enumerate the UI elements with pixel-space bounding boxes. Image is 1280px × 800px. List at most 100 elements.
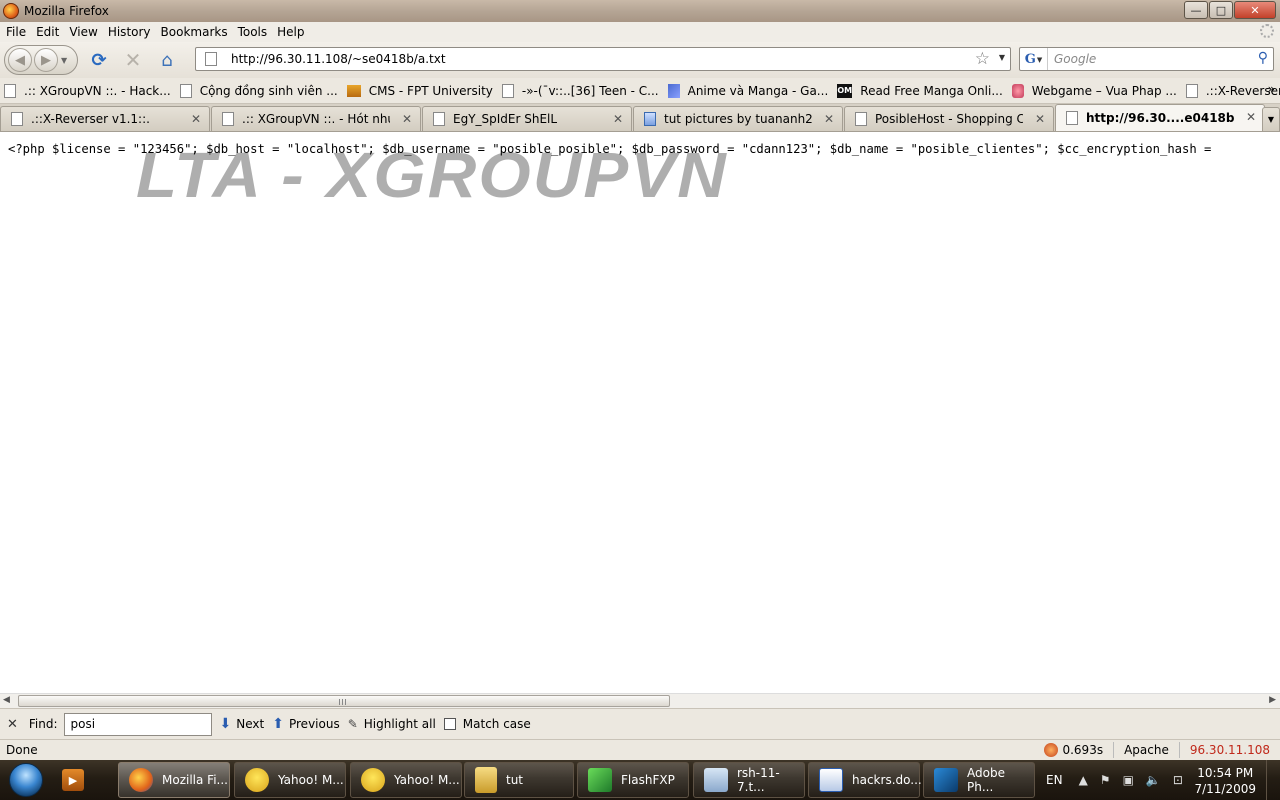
bookmarks-overflow-icon[interactable]: » [1268,82,1275,96]
taskbar-item-rsh[interactable]: rsh-11-7.t... [693,762,805,798]
minimize-button[interactable]: — [1184,1,1208,19]
maximize-button[interactable]: □ [1209,1,1233,19]
volume-icon[interactable]: 🔈 [1146,773,1161,787]
scrollbar-thumb[interactable] [18,695,670,707]
tab-list-dropdown-icon[interactable]: ▼ [1262,107,1280,132]
navigation-toolbar: ◀ ▶ ▼ ⟳ ✕ ⌂ http://96.30.11.108/~se0418b… [0,42,1280,78]
taskbar-item-photoshop[interactable]: Adobe Ph... [923,762,1035,798]
bookmark-star-icon[interactable]: ☆ [975,49,990,69]
tab-tut-pictures[interactable]: tut pictures by tuananh272 ... ✕ [633,106,843,131]
title-bar: Mozilla Firefox — □ ✕ [0,0,1280,22]
server-ip: 96.30.11.108 [1189,743,1270,757]
scroll-right-icon[interactable]: ▶ [1269,695,1276,705]
show-hidden-icons-icon[interactable]: ▲ [1079,773,1088,787]
url-bar[interactable]: http://96.30.11.108/~se0418b/a.txt ☆ ▼ [195,47,1011,71]
bookmark-item[interactable]: Cộng đồng sinh viên ... [176,80,343,102]
scroll-left-icon[interactable]: ◀ [3,695,10,705]
close-button[interactable]: ✕ [1234,1,1276,19]
checkbox[interactable] [443,718,456,730]
media-player-icon[interactable]: ▶ [62,769,84,791]
bookmark-item[interactable]: -»-(¯v::..[36] Teen - C... [498,80,664,102]
bookmark-item[interactable]: .:: XGroupVN ::. - Hack... [0,80,176,102]
arrow-down-icon: ⬇ [219,716,232,732]
find-next-button[interactable]: ⬇ Next [220,716,265,732]
find-previous-label: Previous [288,717,340,731]
find-next-label: Next [236,717,265,731]
menu-tools[interactable]: Tools [233,25,273,39]
highlighter-icon: ✎ [347,717,358,731]
taskbar-item-firefox[interactable]: Mozilla Fi... [118,762,230,798]
bookmark-item[interactable]: Webgame – Vua Phap ... [1008,80,1182,102]
search-bar[interactable]: G ▼ Google ⚲ [1019,47,1274,71]
menu-help[interactable]: Help [272,25,309,39]
taskbar-item-flashfxp[interactable]: FlashFXP [577,762,689,798]
tab-egy-spider-shell[interactable]: EgY_SpIdEr ShElL ✕ [422,106,632,131]
find-input[interactable] [63,712,212,736]
start-button[interactable] [4,760,48,800]
find-previous-button[interactable]: ⬆ Previous [272,716,339,732]
page-icon [11,112,23,126]
url-dropdown-icon[interactable]: ▼ [999,53,1005,62]
tab-a-txt[interactable]: http://96.30....e0418b/a.txt ✕ [1055,104,1265,131]
close-tab-icon[interactable]: ✕ [613,112,623,126]
folder-icon [475,767,497,793]
close-tab-icon[interactable]: ✕ [1035,112,1045,126]
menu-file[interactable]: File [1,25,31,39]
stop-icon[interactable]: ✕ [120,47,146,73]
tab-x-reverser[interactable]: .::X-Reverser v1.1::. ✕ [0,106,210,131]
menu-bookmarks[interactable]: Bookmarks [156,25,233,39]
language-indicator[interactable]: EN [1046,773,1063,787]
horizontal-scrollbar[interactable]: ◀ ▶ [0,693,1280,708]
tab-label: http://96.30....e0418b/a.txt [1086,111,1234,125]
load-time: 0.693s [1062,743,1104,757]
close-tab-icon[interactable]: ✕ [191,112,201,126]
taskbar-item-hackrs[interactable]: hackrs.do... [808,762,922,798]
close-tab-icon[interactable]: ✕ [402,112,412,126]
device-icon[interactable]: ▣ [1123,773,1134,787]
taskbar-item-tut[interactable]: tut [464,762,574,798]
clock-time: 10:54 PM [1197,766,1254,780]
word-document-icon [819,768,843,792]
highlight-all-button[interactable]: ✎ Highlight all [348,717,436,731]
page-icon [1066,111,1078,125]
menu-edit[interactable]: Edit [31,25,64,39]
bookmark-item[interactable]: Anime và Manga - Ga... [664,80,834,102]
close-tab-icon[interactable]: ✕ [824,112,834,126]
taskbar-item-yahoo-2[interactable]: Yahoo! M... [350,762,462,798]
url-text[interactable]: http://96.30.11.108/~se0418b/a.txt [231,52,446,66]
menu-bar: File Edit View History Bookmarks Tools H… [0,22,1280,42]
reload-icon[interactable]: ⟳ [86,47,112,73]
taskbar-label: Adobe Ph... [967,766,1005,794]
show-desktop-button[interactable] [1266,760,1280,800]
bookmark-item[interactable]: CMS - FPT University [343,80,498,102]
page-icon [222,112,234,126]
google-engine-icon[interactable]: G ▼ [1020,48,1048,70]
flag-icon[interactable]: ⚑ [1100,773,1111,787]
page-speed-icon[interactable] [1044,743,1059,757]
firefox-icon[interactable] [3,3,19,19]
home-icon[interactable]: ⌂ [154,47,180,73]
forward-button[interactable]: ▶ [34,48,58,72]
tab-label: EgY_SpIdEr ShElL [453,112,558,126]
network-icon[interactable]: ⊡ [1173,773,1183,787]
bookmark-item[interactable]: .::X-Reverser v1.1::. [1182,80,1280,102]
tab-label: PosibleHost - Shopping Cart [875,112,1023,126]
menu-view[interactable]: View [64,25,102,39]
clock[interactable]: 10:54 PM 7/11/2009 [1194,765,1256,797]
tab-xgroupvn[interactable]: .:: XGroupVN ::. - Hót như c... ✕ [211,106,421,131]
tab-posiblehost[interactable]: PosibleHost - Shopping Cart ✕ [844,106,1054,131]
taskbar-label: Mozilla Fi... [162,773,228,787]
match-case-checkbox[interactable]: Match case [443,717,531,731]
status-right: 0.693s Apache 96.30.11.108 [1044,742,1270,758]
taskbar-label: Yahoo! M... [394,773,460,787]
taskbar-item-yahoo-1[interactable]: Yahoo! M... [234,762,346,798]
history-dropdown-icon[interactable]: ▼ [61,56,67,65]
search-icon[interactable]: ⚲ [1258,50,1268,66]
bookmark-item[interactable]: OM Read Free Manga Onli... [833,80,1008,102]
close-tab-icon[interactable]: ✕ [1246,110,1256,124]
menu-history[interactable]: History [103,25,156,39]
close-findbar-icon[interactable]: ✕ [7,717,18,732]
search-input[interactable]: Google [1054,52,1096,66]
back-button[interactable]: ◀ [8,48,32,72]
webgame-icon [1011,83,1024,98]
